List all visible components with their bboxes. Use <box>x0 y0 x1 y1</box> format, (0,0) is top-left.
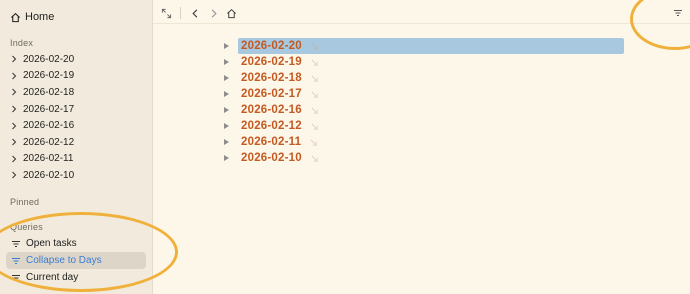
arrow-down-right-icon[interactable] <box>310 42 319 51</box>
date-link[interactable]: 2026-02-11 <box>241 136 301 148</box>
index-item-label: 2026-02-12 <box>23 136 75 148</box>
annotation-ring-filter <box>630 0 690 50</box>
date-row[interactable]: 2026-02-11 <box>222 134 624 150</box>
chevron-right-icon <box>12 89 17 96</box>
toolbar <box>160 5 237 21</box>
arrow-down-right-icon[interactable] <box>310 122 319 131</box>
date-item[interactable]: 2026-02-20 <box>238 38 624 54</box>
home-label: Home <box>25 11 55 23</box>
forward-button[interactable] <box>207 7 219 19</box>
index-item[interactable]: 2026-02-10 <box>10 167 148 184</box>
pinned-section-label: Pinned <box>10 197 40 207</box>
index-item[interactable]: 2026-02-17 <box>10 101 148 118</box>
date-item[interactable]: 2026-02-16 <box>238 102 319 118</box>
expand-icon <box>161 8 171 18</box>
disclosure-triangle-icon[interactable] <box>224 139 229 145</box>
date-link[interactable]: 2026-02-12 <box>241 120 302 132</box>
date-row[interactable]: 2026-02-20 <box>222 38 624 54</box>
date-link[interactable]: 2026-02-18 <box>241 72 302 84</box>
date-row[interactable]: 2026-02-17 <box>222 86 624 102</box>
disclosure-triangle-icon[interactable] <box>224 123 229 129</box>
disclosure-triangle-icon[interactable] <box>224 59 229 65</box>
arrow-down-right-icon[interactable] <box>309 138 318 147</box>
arrow-down-right-icon[interactable] <box>310 106 319 115</box>
index-item-label: 2026-02-16 <box>23 120 75 132</box>
chevron-left-icon <box>191 8 197 18</box>
index-list: 2026-02-20 2026-02-19 2026-02-18 2026-02-17… <box>10 51 148 184</box>
date-item[interactable]: 2026-02-17 <box>238 86 319 102</box>
toolbar-divider <box>180 7 181 19</box>
date-link[interactable]: 2026-02-16 <box>241 104 302 116</box>
index-item[interactable]: 2026-02-16 <box>10 117 148 134</box>
back-button[interactable] <box>189 7 201 19</box>
home-icon <box>226 8 236 18</box>
expand-button[interactable] <box>160 7 172 19</box>
index-item[interactable]: 2026-02-19 <box>10 68 148 85</box>
chevron-right-icon <box>12 72 17 80</box>
index-item-label: 2026-02-19 <box>23 70 75 82</box>
date-item[interactable]: 2026-02-12 <box>238 118 319 134</box>
index-item-label: 2026-02-17 <box>23 103 75 115</box>
nav-home-button[interactable] <box>225 7 237 19</box>
toolbar-border <box>153 23 690 24</box>
chevron-right-icon <box>12 172 17 179</box>
chevron-right-icon <box>12 55 17 63</box>
chevron-right-icon <box>12 138 17 146</box>
arrow-down-right-icon[interactable] <box>310 154 319 163</box>
date-row[interactable]: 2026-02-18 <box>222 70 624 86</box>
chevron-right-icon <box>12 155 17 163</box>
date-row[interactable]: 2026-02-16 <box>222 102 624 118</box>
date-link[interactable]: 2026-02-10 <box>241 152 302 164</box>
disclosure-triangle-icon[interactable] <box>224 75 229 81</box>
date-row[interactable]: 2026-02-10 <box>222 150 624 166</box>
disclosure-triangle-icon[interactable] <box>224 107 229 113</box>
index-item-label: 2026-02-18 <box>23 86 75 98</box>
home-link[interactable]: Home <box>10 9 54 25</box>
disclosure-triangle-icon[interactable] <box>224 43 229 49</box>
disclosure-triangle-icon[interactable] <box>224 91 229 97</box>
index-item[interactable]: 2026-02-12 <box>10 134 148 151</box>
date-link[interactable]: 2026-02-19 <box>241 56 302 68</box>
chevron-right-icon <box>12 122 17 130</box>
index-section-label: Index <box>10 38 34 48</box>
chevron-right-icon <box>211 8 217 18</box>
index-item-label: 2026-02-20 <box>23 53 75 65</box>
date-item[interactable]: 2026-02-19 <box>238 54 319 70</box>
arrow-down-right-icon[interactable] <box>310 58 319 67</box>
date-list: 2026-02-20 2026-02-19 2026-02-18 2026-02-17… <box>222 38 624 166</box>
index-item[interactable]: 2026-02-11 <box>10 151 148 168</box>
index-item[interactable]: 2026-02-20 <box>10 51 148 68</box>
arrow-down-right-icon[interactable] <box>310 90 319 99</box>
date-link[interactable]: 2026-02-20 <box>241 40 302 52</box>
date-item[interactable]: 2026-02-18 <box>238 70 319 86</box>
date-row[interactable]: 2026-02-12 <box>222 118 624 134</box>
chevron-right-icon <box>12 105 17 113</box>
home-icon <box>10 12 21 22</box>
disclosure-triangle-icon[interactable] <box>224 155 229 161</box>
date-item[interactable]: 2026-02-10 <box>238 150 319 166</box>
date-link[interactable]: 2026-02-17 <box>241 88 302 100</box>
date-row[interactable]: 2026-02-19 <box>222 54 624 70</box>
date-item[interactable]: 2026-02-11 <box>238 134 318 150</box>
index-item[interactable]: 2026-02-18 <box>10 84 148 101</box>
index-item-label: 2026-02-11 <box>23 153 74 165</box>
arrow-down-right-icon[interactable] <box>310 74 319 83</box>
index-item-label: 2026-02-10 <box>23 169 75 181</box>
